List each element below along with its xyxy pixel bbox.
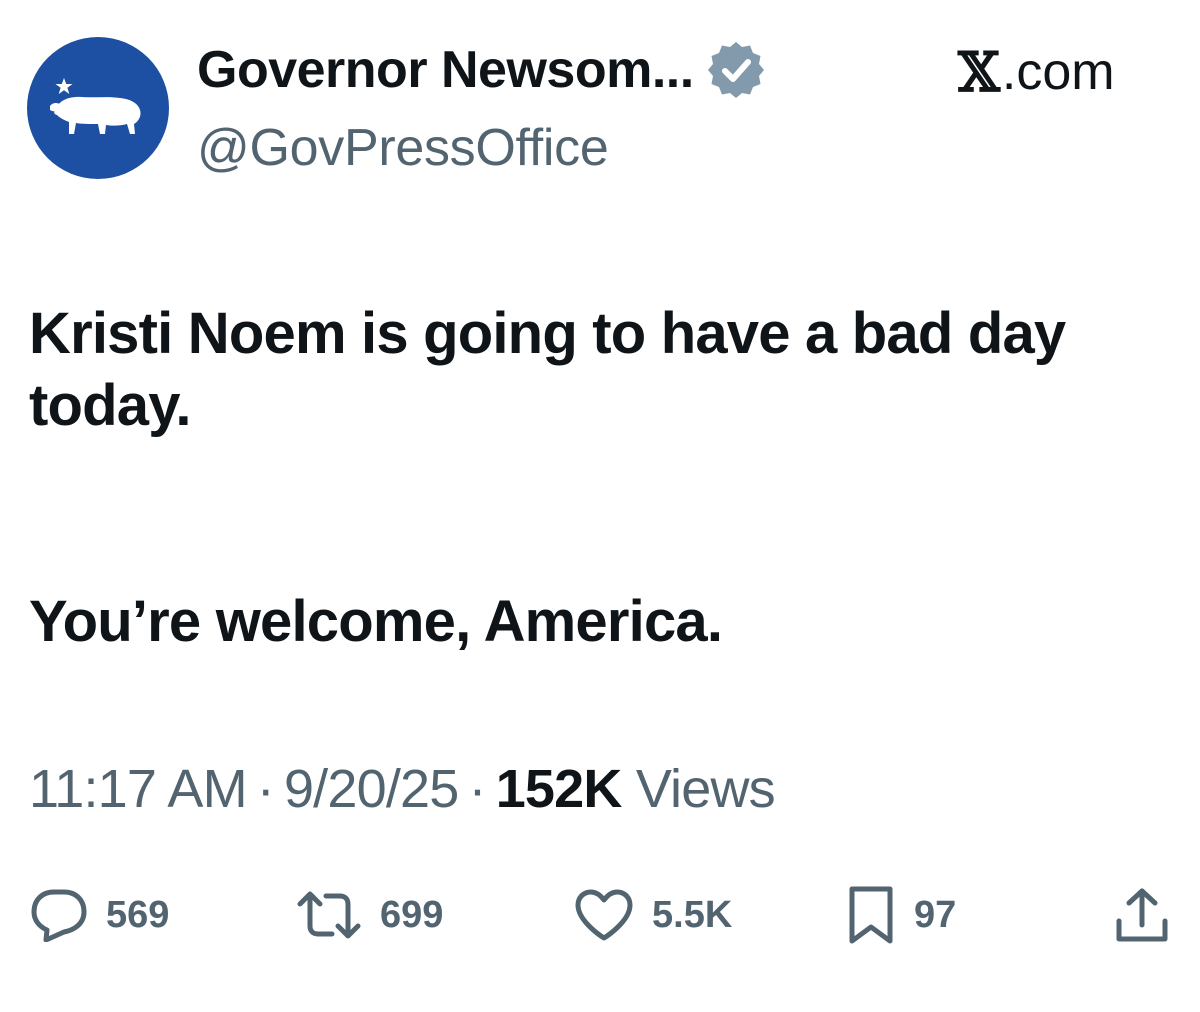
source-domain: .com: [1001, 43, 1115, 101]
author-display-name[interactable]: Governor Newsom...: [197, 40, 694, 100]
author-handle[interactable]: @GovPressOffice: [197, 118, 609, 178]
reply-button[interactable]: 569: [30, 880, 169, 950]
avatar[interactable]: [27, 37, 169, 179]
tweet-time[interactable]: 11:17 AM: [29, 759, 248, 819]
like-button[interactable]: 5.5K: [574, 880, 732, 950]
author-name-row: Governor Newsom...: [197, 38, 768, 102]
california-bear-icon: [50, 78, 141, 134]
bookmark-icon: [849, 886, 893, 944]
views-label: Views: [635, 759, 776, 819]
meta-separator: ·: [468, 759, 487, 819]
tweet-meta: 11:17 AM · 9/20/25 · 152K Views: [29, 758, 776, 820]
bookmark-button[interactable]: 97: [846, 880, 956, 950]
tweet-text: Kristi Noem is going to have a bad day t…: [29, 298, 1179, 658]
verified-badge-icon: [707, 42, 764, 98]
repost-count: 699: [380, 893, 444, 936]
tweet-date[interactable]: 9/20/25: [284, 759, 459, 819]
tweet-paragraph: You’re welcome, America.: [29, 589, 723, 654]
reply-icon: [31, 889, 87, 942]
heart-icon: [575, 889, 633, 941]
share-button[interactable]: [1112, 880, 1172, 950]
share-icon: [1116, 888, 1168, 942]
repost-icon: [297, 891, 361, 939]
action-bar: 569 699 5.5K 97: [0, 880, 1200, 950]
tweet-paragraph: Kristi Noem is going to have a bad day t…: [29, 301, 1066, 438]
like-count: 5.5K: [652, 893, 733, 936]
meta-separator: ·: [256, 759, 275, 819]
bookmark-count: 97: [914, 893, 957, 936]
views-count[interactable]: 152K: [496, 759, 623, 819]
x-logo-icon: 𝕏: [958, 40, 1000, 104]
reply-count: 569: [106, 893, 170, 936]
repost-button[interactable]: 699: [296, 880, 443, 950]
source-label: 𝕏 .com: [958, 40, 1115, 104]
